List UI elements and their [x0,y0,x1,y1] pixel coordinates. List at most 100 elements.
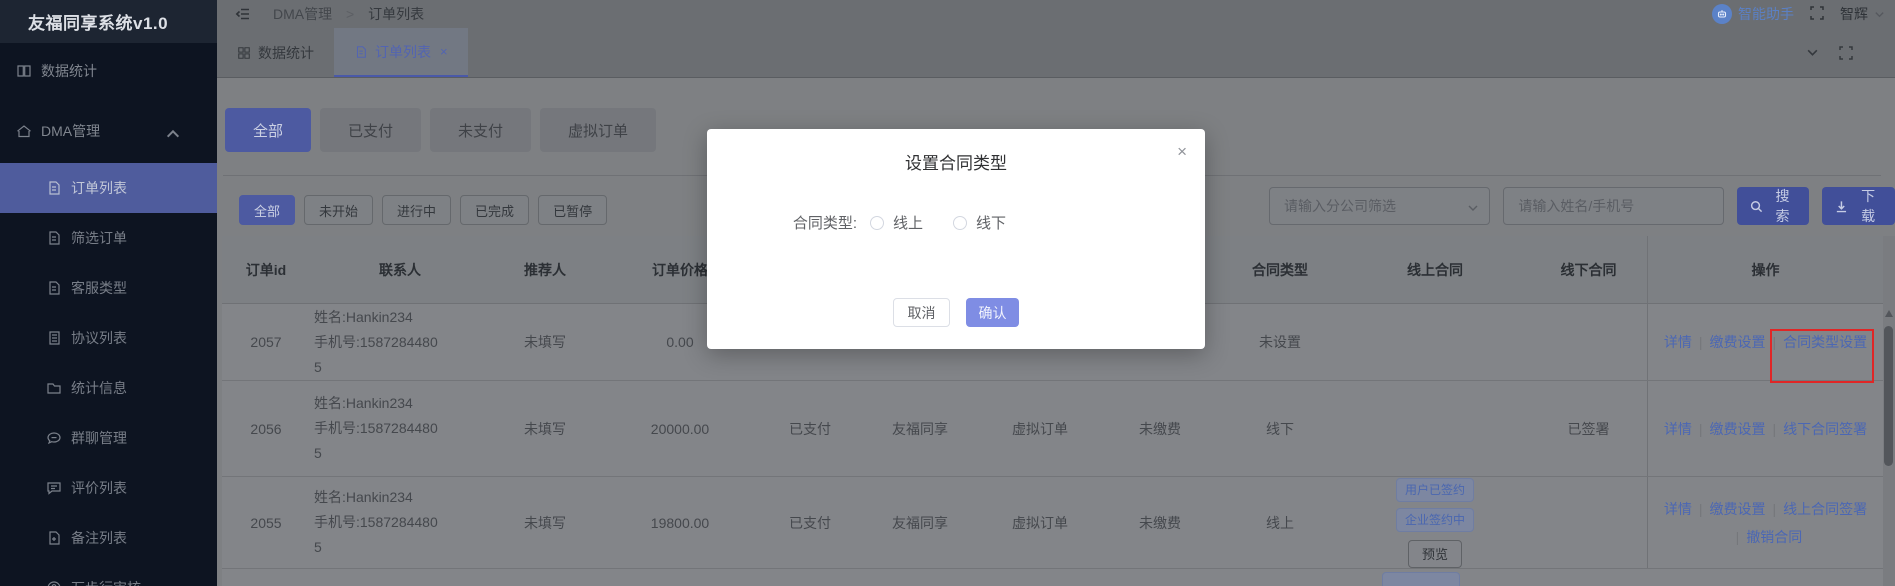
contract-type-label: 合同类型: [707,212,870,233]
search-bar: 搜索 下载 [1269,187,1895,225]
filter-button-已暂停[interactable]: 已暂停 [538,195,607,225]
action-link-缴费设置[interactable]: 缴费设置 [1710,501,1766,517]
doc-icon [354,45,368,59]
status-tag: 企业签约中 [1396,508,1474,532]
keyword-input-wrap [1503,187,1723,225]
sidebar-item-协议列表[interactable]: 协议列表 [0,313,217,363]
user-menu[interactable]: 智辉 [1840,4,1885,24]
tab-订单列表[interactable]: 订单列表× [334,28,468,77]
action-link-详情[interactable]: 详情 [1664,418,1692,440]
doc-icon [46,180,62,196]
payment-filter-group: 全部已支付未支付虚拟订单 [225,108,656,152]
tab-数据统计[interactable]: 数据统计 [217,28,334,77]
scrollbar-up-arrow[interactable] [1885,310,1893,317]
dialog-title: 设置合同类型 [707,149,1205,174]
breadcrumb-current: 订单列表 [368,6,424,22]
sidebar-item-DMA管理[interactable]: DMA管理 [0,99,217,163]
select-chevron-icon [1467,201,1479,217]
sidebar-menu: 数据统计DMA管理订单列表筛选订单客服类型协议列表统计信息群聊管理评价列表备注列… [0,43,217,586]
action-link-线上合同签署[interactable]: 线上合同签署 [1783,501,1867,517]
grid-icon [237,46,251,60]
dialog-footer: 取消 确认 [707,298,1205,327]
confirm-button[interactable]: 确认 [966,298,1019,327]
dialog-close-icon[interactable]: × [1177,143,1187,160]
search-icon [1750,200,1763,213]
sidebar-item-万步行审核[interactable]: 万步行审核 [0,563,217,586]
filter-button-未开始[interactable]: 未开始 [304,195,373,225]
radio-option-线下[interactable]: 线下 [953,212,1006,233]
sidebar-item-订单列表[interactable]: 订单列表 [0,163,217,213]
action-link-详情[interactable]: 详情 [1664,331,1692,353]
tab-fullscreen-icon[interactable] [1839,46,1853,60]
fullscreen-icon[interactable] [1810,6,1824,23]
sidebar-item-群聊管理[interactable]: 群聊管理 [0,413,217,463]
collapse-menu-icon[interactable] [235,6,251,22]
chevron-down-icon [1874,9,1885,20]
column-header-id: 订单id [222,236,310,303]
breadcrumb-separator: > [346,6,354,22]
folder-icon [46,380,62,396]
table-scrollbar-thumb[interactable] [1884,326,1893,466]
download-icon [1835,200,1848,213]
table-row-2055: 2055姓名:Hankin234手机号:15872844805未填写19800.… [222,477,1883,569]
order-list-page: 友福同享系统v1.0 数据统计DMA管理订单列表筛选订单客服类型协议列表统计信息… [0,0,1895,586]
action-link-缴费设置[interactable]: 缴费设置 [1710,421,1766,437]
action-link-撤销合同[interactable]: 撤销合同 [1746,529,1802,545]
contract-type-radio-group: 线上 线下 [870,212,1036,233]
search-button[interactable]: 搜索 [1737,187,1810,225]
book-icon [16,63,32,79]
keyword-input[interactable] [1504,188,1722,224]
download-button[interactable]: 下载 [1822,187,1895,225]
column-header-contact: 联系人 [310,236,490,303]
tab-bar: 数据统计订单列表× [217,28,1895,78]
filter-button-全部[interactable]: 全部 [239,195,295,225]
breadcrumb-root[interactable]: DMA管理 [273,6,332,22]
contract-type-form-row: 合同类型: 线上 线下 [707,212,1205,233]
preview-button[interactable]: 预览 [1408,540,1462,568]
set-contract-type-dialog: 设置合同类型 × 合同类型: 线上 线下 取消 确认 [707,129,1205,349]
filter-button-已完成[interactable]: 已完成 [460,195,529,225]
column-header-referrer: 推荐人 [490,236,600,303]
topbar: DMA管理 > 订单列表 智能助手 智辉 [217,0,1895,28]
sidebar-item-备注列表[interactable]: 备注列表 [0,513,217,563]
radio-circle-icon [870,216,884,230]
company-select[interactable] [1269,187,1490,225]
radio-circle-icon [953,216,967,230]
sidebar-item-评价列表[interactable]: 评价列表 [0,463,217,513]
sidebar: 友福同享系统v1.0 数据统计DMA管理订单列表筛选订单客服类型协议列表统计信息… [0,0,217,586]
chat-round-icon [46,430,62,446]
action-link-详情[interactable]: 详情 [1664,498,1692,520]
company-select-input[interactable] [1270,188,1489,224]
user-name: 智辉 [1840,4,1868,24]
table-row-2056: 2056姓名:Hankin234手机号:15872844805未填写20000.… [222,381,1883,477]
status-tag [1382,572,1460,586]
user-audit-icon [46,580,62,586]
filter-button-全部[interactable]: 全部 [225,108,311,152]
sidebar-item-筛选订单[interactable]: 筛选订单 [0,213,217,263]
doc-icon [46,280,62,296]
filter-button-已支付[interactable]: 已支付 [320,108,421,152]
sidebar-item-统计信息[interactable]: 统计信息 [0,363,217,413]
app-logo: 友福同享系统v1.0 [0,0,217,43]
column-header-online: 线上合同 [1340,236,1530,303]
cancel-button[interactable]: 取消 [893,298,950,327]
column-header-actions: 操作 [1647,236,1883,303]
sidebar-item-客服类型[interactable]: 客服类型 [0,263,217,313]
tab-options-chevron-icon[interactable] [1806,46,1819,59]
close-tab-icon[interactable]: × [440,44,448,59]
column-header-offline: 线下合同 [1530,236,1647,303]
robot-icon [1712,4,1732,24]
home-icon [16,123,32,139]
table-row-partial [222,569,1883,586]
ai-assistant-button[interactable]: 智能助手 [1712,4,1794,24]
action-link-线下合同签署[interactable]: 线下合同签署 [1783,421,1867,437]
filter-button-未支付[interactable]: 未支付 [430,108,531,152]
action-link-缴费设置[interactable]: 缴费设置 [1710,334,1766,350]
doc-lines-icon [46,330,62,346]
radio-option-线上[interactable]: 线上 [870,212,923,233]
sidebar-item-数据统计[interactable]: 数据统计 [0,43,217,99]
filter-button-虚拟订单[interactable]: 虚拟订单 [540,108,656,152]
doc-icon [46,230,62,246]
column-header-ctype: 合同类型 [1220,236,1340,303]
filter-button-进行中[interactable]: 进行中 [382,195,451,225]
